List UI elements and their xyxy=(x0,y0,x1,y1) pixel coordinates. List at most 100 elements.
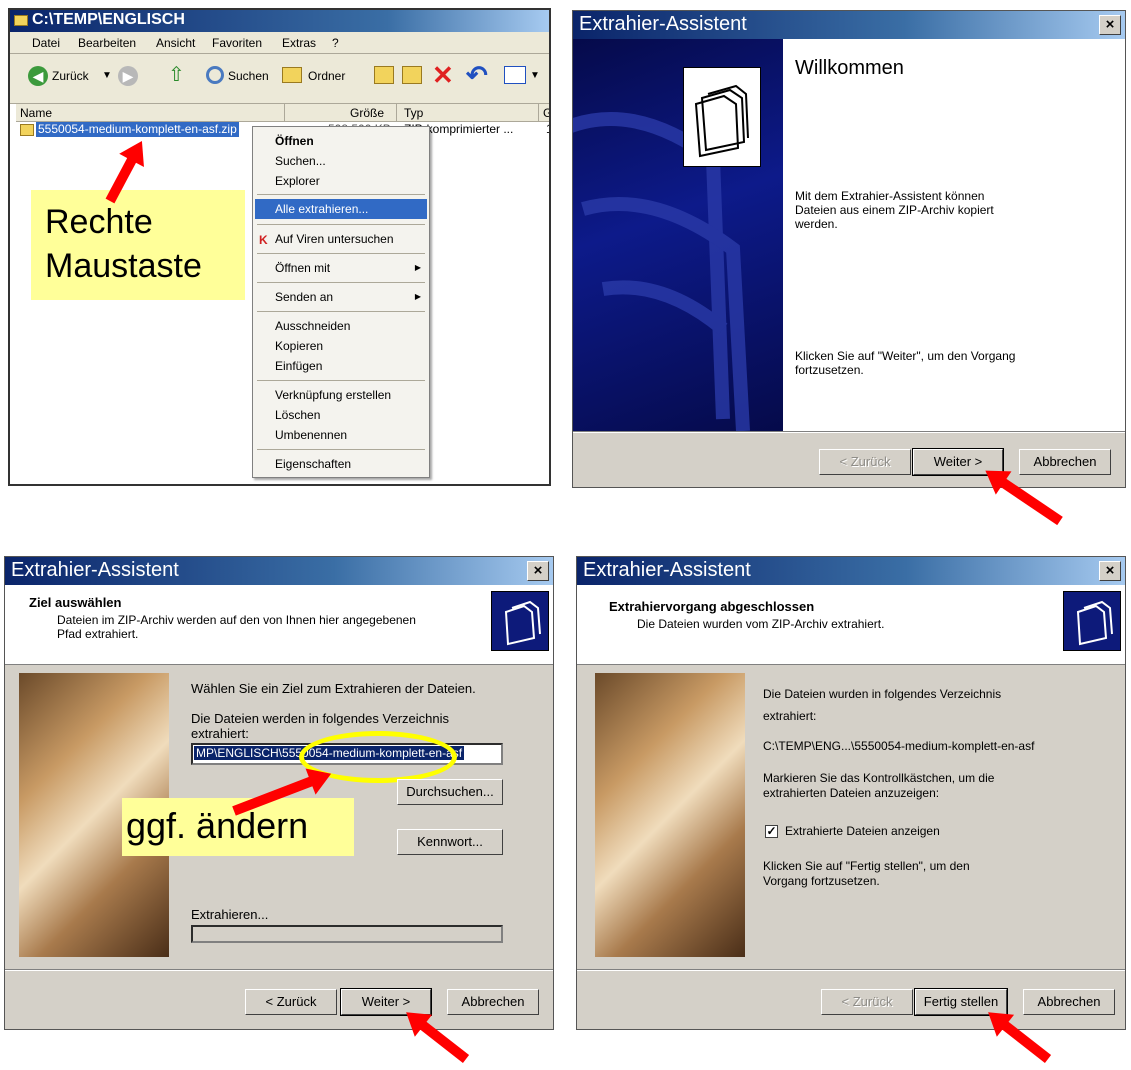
folder-stack-icon xyxy=(491,591,549,651)
search-button-label[interactable]: Suchen xyxy=(228,69,269,84)
divider xyxy=(5,969,553,971)
menu-ansicht[interactable]: Ansicht xyxy=(156,36,195,51)
extracting-label: Extrahieren... xyxy=(191,907,269,922)
cancel-button[interactable]: Abbrechen xyxy=(1019,449,1111,475)
views-chevron-icon[interactable]: ▼ xyxy=(530,70,540,81)
divider xyxy=(573,431,1125,433)
target-header-title: Ziel auswählen xyxy=(29,595,122,610)
menu-item-create-shortcut[interactable]: Verknüpfung erstellen xyxy=(255,385,427,405)
zip-folder-icon xyxy=(20,124,34,136)
target-header: Ziel auswählen Dateien im ZIP-Archiv wer… xyxy=(5,585,553,665)
back-arrow-icon[interactable]: ◀ xyxy=(28,66,48,86)
wizard-complete-titlebar: Extrahier-Assistent × xyxy=(577,557,1125,585)
welcome-intro: Mit dem Extrahier-Assistent können Datei… xyxy=(795,189,994,231)
search-icon[interactable] xyxy=(206,66,224,84)
cancel-button[interactable]: Abbrechen xyxy=(1023,989,1115,1015)
views-icon[interactable] xyxy=(504,66,526,84)
welcome-continue: Klicken Sie auf "Weiter", um den Vorgang… xyxy=(795,349,1016,377)
explorer-menubar: Datei Bearbeiten Ansicht Favoriten Extra… xyxy=(10,32,549,54)
menu-item-paste[interactable]: Einfügen xyxy=(255,356,427,376)
back-button[interactable]: < Zurück xyxy=(245,989,337,1015)
wizard-target-titlebar: Extrahier-Assistent × xyxy=(5,557,553,585)
submenu-arrow-icon: ▶ xyxy=(414,263,421,272)
menu-separator xyxy=(257,194,425,195)
folder-stack-icon xyxy=(694,84,749,158)
menu-item-search[interactable]: Suchen... xyxy=(255,151,427,171)
folder-stack-icon xyxy=(1063,591,1121,651)
decorative-photo xyxy=(595,673,745,957)
extracted-path: C:\TEMP\ENG...\5550054-medium-komplett-e… xyxy=(763,739,1035,753)
menu-separator xyxy=(257,449,425,450)
menu-item-open[interactable]: Öffnen xyxy=(255,131,427,151)
column-type[interactable]: Typ xyxy=(404,106,423,121)
close-icon[interactable]: × xyxy=(1099,561,1121,581)
note-right-click-text: Rechte Maustaste xyxy=(45,203,202,285)
menu-separator xyxy=(257,311,425,312)
complete-header-title: Extrahiervorgang abgeschlossen xyxy=(609,599,815,614)
close-icon[interactable]: × xyxy=(527,561,549,581)
browse-button[interactable]: Durchsuchen... xyxy=(397,779,503,805)
column-name[interactable]: Name xyxy=(20,106,52,121)
complete-header-subtitle: Die Dateien wurden vom ZIP-Archiv extrah… xyxy=(637,617,885,631)
menu-item-send-to[interactable]: Senden an xyxy=(255,287,427,307)
checkbox-hint: Markieren Sie das Kontrollkästchen, um d… xyxy=(763,771,995,800)
wizard-welcome-window: Extrahier-Assistent × Willkommen Mit dem… xyxy=(572,10,1126,488)
wizard-complete-title: Extrahier-Assistent xyxy=(583,559,751,581)
back-button[interactable]: < Zurück xyxy=(819,449,911,475)
menu-item-explorer[interactable]: Explorer xyxy=(255,171,427,191)
menu-item-virus-scan[interactable]: Auf Viren untersuchen xyxy=(255,229,427,249)
file-name[interactable]: 5550054-medium-komplett-en-asf.zip xyxy=(36,122,239,137)
up-folder-icon[interactable]: ⇧ xyxy=(168,64,190,86)
menu-bearbeiten[interactable]: Bearbeiten xyxy=(78,36,136,51)
menu-item-delete[interactable]: Löschen xyxy=(255,405,427,425)
select-target-text: Wählen Sie ein Ziel zum Extrahieren der … xyxy=(191,681,476,696)
menu-extras[interactable]: Extras xyxy=(282,36,316,51)
file-extra: 13 xyxy=(546,122,549,137)
welcome-content: Willkommen Mit dem Extrahier-Assistent k… xyxy=(783,39,1125,431)
undo-icon[interactable]: ↶ xyxy=(466,60,488,91)
menu-item-copy[interactable]: Kopieren xyxy=(255,336,427,356)
folders-button-label[interactable]: Ordner xyxy=(308,69,345,84)
menu-separator xyxy=(257,253,425,254)
menu-favoriten[interactable]: Favoriten xyxy=(212,36,262,51)
chevron-down-icon[interactable]: ▼ xyxy=(102,70,112,81)
checkbox-label[interactable]: Extrahierte Dateien anzeigen xyxy=(785,824,940,839)
menu-separator xyxy=(257,380,425,381)
delete-icon[interactable]: ✕ xyxy=(432,60,454,91)
column-extra[interactable]: G xyxy=(543,106,549,121)
back-button[interactable]: < Zurück xyxy=(821,989,913,1015)
submenu-arrow-icon: ▶ xyxy=(414,292,421,301)
folders-icon[interactable] xyxy=(282,67,302,83)
menu-datei[interactable]: Datei xyxy=(32,36,60,51)
forward-arrow-icon[interactable]: ▶ xyxy=(118,66,138,86)
progress-bar xyxy=(191,925,503,943)
password-button[interactable]: Kennwort... xyxy=(397,829,503,855)
welcome-sidebar-graphic xyxy=(573,39,783,432)
menu-help[interactable]: ? xyxy=(332,36,339,51)
menu-item-extract-all[interactable]: Alle extrahieren... xyxy=(255,199,427,219)
divider xyxy=(577,969,1125,971)
finish-hint: Klicken Sie auf "Fertig stellen", um den… xyxy=(763,859,970,888)
column-size[interactable]: Größe xyxy=(350,106,384,121)
menu-item-rename[interactable]: Umbenennen xyxy=(255,425,427,445)
back-button-label[interactable]: Zurück xyxy=(52,69,89,84)
note-change-text: ggf. ändern xyxy=(126,805,309,846)
note-right-click: Rechte Maustaste xyxy=(31,190,245,300)
wizard-target-title: Extrahier-Assistent xyxy=(11,559,179,581)
menu-item-cut[interactable]: Ausschneiden xyxy=(255,316,427,336)
show-files-checkbox[interactable]: ✓ xyxy=(765,825,778,838)
explorer-title: C:\TEMP\ENGLISCH xyxy=(32,11,185,28)
folder-icon xyxy=(14,15,28,26)
wizard-welcome-titlebar: Extrahier-Assistent × xyxy=(573,11,1125,39)
menu-separator xyxy=(257,282,425,283)
close-icon[interactable]: × xyxy=(1099,15,1121,35)
menu-item-properties[interactable]: Eigenschaften xyxy=(255,454,427,474)
menu-item-open-with[interactable]: Öffnen mit xyxy=(255,258,427,278)
welcome-heading: Willkommen xyxy=(795,57,904,79)
complete-header: Extrahiervorgang abgeschlossen Die Datei… xyxy=(577,585,1125,665)
wizard-complete-window: Extrahier-Assistent × Extrahiervorgang a… xyxy=(576,556,1126,1030)
move-to-icon[interactable] xyxy=(374,66,394,84)
copy-to-icon[interactable] xyxy=(402,66,422,84)
context-menu: Öffnen Suchen... Explorer Alle extrahier… xyxy=(252,126,430,478)
cancel-button[interactable]: Abbrechen xyxy=(447,989,539,1015)
